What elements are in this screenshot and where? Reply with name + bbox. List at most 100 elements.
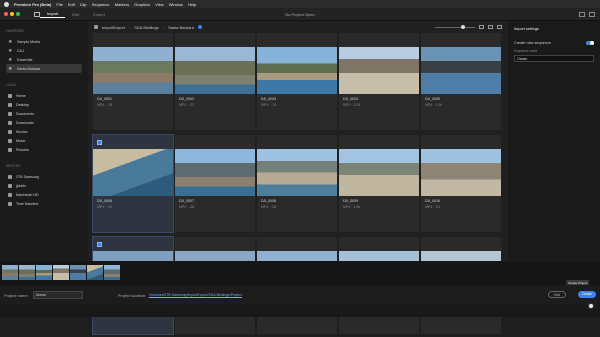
sidebar-item-jjdddd[interactable]: jjdddd — [6, 181, 82, 190]
selected-clip-thumbnail[interactable] — [87, 265, 103, 280]
clip-meta: MP4 · 1:06 — [343, 205, 361, 209]
clip-name: DJI_0009 — [343, 199, 358, 203]
clip-name: DJI_0004 — [343, 97, 358, 101]
sidebar-item-music[interactable]: Music — [6, 136, 82, 145]
star-icon: ★ — [8, 38, 13, 45]
clip-thumbnail[interactable] — [257, 149, 337, 196]
menu-edit[interactable]: Edit — [68, 2, 75, 7]
menu-sequence[interactable]: Sequence — [92, 2, 110, 7]
breadcrumb-item[interactable]: ImportExport — [102, 25, 125, 30]
clip-card[interactable]: DJI_0008 MP4 · :28 — [257, 135, 337, 232]
workspace-icon[interactable] — [579, 11, 585, 17]
clip-card[interactable]: DJI_0002 MP4 · :22 — [175, 33, 255, 130]
sidebar-item-macintosh-hd[interactable]: Macintosh HD — [6, 190, 82, 199]
chevron-right-icon: › — [128, 24, 131, 30]
tab-export[interactable]: Export — [86, 12, 112, 17]
slider-knob[interactable] — [461, 24, 465, 29]
clip-thumbnail[interactable] — [93, 149, 173, 196]
menu-graphics[interactable]: Graphics — [134, 2, 150, 7]
clip-name: DJI_0010 — [425, 199, 440, 203]
menu-markers[interactable]: Markers — [115, 2, 129, 7]
tab-import[interactable]: Import — [40, 11, 66, 18]
app-name[interactable]: Premiere Pro (Beta) — [14, 2, 51, 7]
sidebar-item-label: Time Machine — [16, 201, 39, 206]
clip-card[interactable]: DJI_0003 MP4 · :14 — [257, 33, 337, 130]
sidebar-item-santa-barbara[interactable]: ★ Santa Barbara — [6, 64, 82, 73]
clip-meta: MP4 · :14 — [261, 103, 277, 107]
project-location-label: Project location — [117, 292, 145, 298]
clip-card[interactable]: DJI_0007 MP4 · :28 — [175, 135, 255, 232]
menu-file[interactable]: File — [56, 2, 62, 7]
sidebar-item-downloads[interactable]: Downloads — [6, 118, 82, 127]
sidebar-item-movies[interactable]: Movies — [6, 127, 82, 136]
selected-clip-thumbnail[interactable] — [2, 265, 18, 280]
home-folder-icon — [8, 93, 12, 98]
clip-card[interactable]: DJI_0009 MP4 · 1:06 — [339, 135, 419, 232]
clip-meta: MP4 · :18 — [97, 103, 113, 107]
panel-title: Import settings — [514, 27, 539, 31]
menu-window[interactable]: Window — [169, 2, 183, 7]
sidebar-item-cj[interactable]: ★ C&J — [6, 46, 82, 55]
clip-thumbnail[interactable] — [421, 47, 501, 94]
selected-clips-tray — [0, 261, 600, 285]
list-view-icon[interactable] — [488, 25, 493, 29]
sidebar-item-downvilla[interactable]: ★ Downvilla — [6, 55, 82, 64]
clip-card[interactable]: DJI_0005 MP4 · 1:26 — [421, 33, 501, 130]
sidebar-item-sample-media[interactable]: ★ Sample Media — [6, 37, 82, 46]
menu-clip[interactable]: Clip — [80, 2, 87, 7]
sequence-name-input[interactable]: Ocean — [514, 55, 594, 62]
clip-thumbnail[interactable] — [93, 47, 173, 94]
checkbox-checked-icon[interactable] — [97, 242, 102, 247]
sidebar-item-home[interactable]: Home — [6, 91, 82, 100]
filter-icon[interactable] — [497, 25, 502, 29]
close-window-icon[interactable] — [4, 12, 8, 16]
share-icon[interactable] — [589, 11, 595, 17]
selected-clip-thumbnail[interactable] — [70, 265, 86, 280]
sidebar-item-desktop[interactable]: Desktop — [6, 100, 82, 109]
breadcrumb-item[interactable]: SDA Birdlings — [134, 25, 158, 30]
downloads-icon — [8, 120, 12, 125]
apple-icon[interactable] — [4, 1, 9, 7]
clip-thumbnail[interactable] — [175, 47, 255, 94]
sidebar-item-pictures[interactable]: Pictures — [6, 145, 82, 154]
grid-view-icon[interactable] — [479, 25, 484, 29]
sidebar: FAVORITES ★ Sample Media ★ C&J ★ Downvilla … — [0, 21, 88, 261]
minimize-window-icon[interactable] — [10, 12, 14, 16]
clip-meta: MP4 · :28 — [179, 205, 195, 209]
selected-clip-thumbnail[interactable] — [53, 265, 69, 280]
clip-card[interactable]: DJI_0001 MP4 · :18 — [93, 33, 173, 130]
breadcrumb-item[interactable]: Santa Barbara — [168, 25, 194, 30]
clip-thumbnail[interactable] — [421, 149, 501, 196]
thumbnail-size-slider[interactable] — [435, 24, 475, 29]
maximize-window-icon[interactable] — [16, 12, 20, 16]
sidebar-item-documents[interactable]: Documents — [6, 109, 82, 118]
project-location-link[interactable]: /Volumes/2TB Samsung/ImportExport/SDA Bi… — [149, 293, 242, 297]
clip-thumbnail[interactable] — [339, 149, 419, 196]
sidebar-item-label: Macintosh HD — [16, 192, 39, 197]
checkbox-checked-icon[interactable] — [97, 140, 102, 145]
project-name-input[interactable]: Ocean — [32, 291, 83, 299]
create-sequence-toggle[interactable] — [586, 41, 594, 45]
drive-icon — [8, 201, 12, 206]
clip-card[interactable]: DJI_0006 MP4 · :40 — [92, 134, 174, 233]
clip-thumbnail[interactable] — [339, 47, 419, 94]
selected-clip-thumbnail[interactable] — [19, 265, 35, 280]
menu-help[interactable]: Help — [188, 2, 196, 7]
exit-button[interactable]: Exit — [548, 291, 566, 298]
sidebar-item-time-machine[interactable]: Time Machine — [6, 199, 82, 208]
clip-card[interactable]: DJI_0004 MP4 · 1:24 — [339, 33, 419, 130]
tab-edit[interactable]: Edit — [65, 12, 86, 17]
favorites-header: FAVORITES — [6, 29, 24, 33]
clip-card[interactable]: DJI_0010 MP4 · :24 — [421, 135, 501, 232]
sidebar-item-2tb-samsung[interactable]: 2TB Samsung — [6, 172, 82, 181]
favorite-dot-icon[interactable] — [197, 25, 202, 29]
selected-clip-thumbnail[interactable] — [104, 265, 120, 280]
menu-view[interactable]: View — [155, 2, 164, 7]
create-sequence-row: Create new sequence — [514, 41, 594, 45]
create-button[interactable]: Create — [578, 291, 596, 298]
selected-clip-thumbnail[interactable] — [36, 265, 52, 280]
clip-thumbnail[interactable] — [175, 149, 255, 196]
documents-icon — [8, 111, 12, 116]
project-name-label: Project name — [4, 292, 28, 298]
clip-thumbnail[interactable] — [257, 47, 337, 94]
